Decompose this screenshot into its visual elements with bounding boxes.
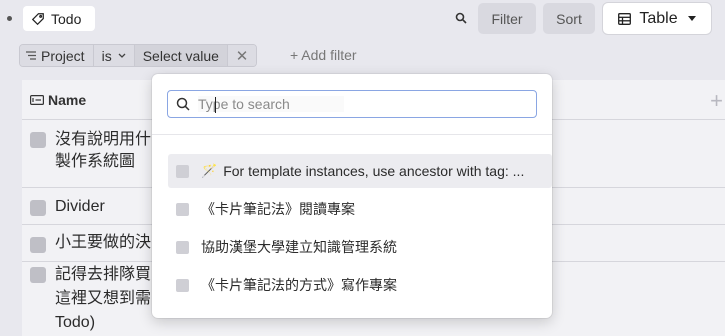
bullet-dot xyxy=(7,16,12,21)
row-name[interactable]: 記得去排隊買 這裡又想到需 Todo) xyxy=(55,263,165,335)
add-column-button[interactable]: + xyxy=(710,88,723,114)
dropdown-option[interactable]: 協助漢堡大學建立知識管理系統 xyxy=(168,230,552,264)
option-checkbox[interactable] xyxy=(176,202,189,216)
filter-button[interactable]: Filter xyxy=(478,3,536,34)
row-name[interactable]: 沒有說明用什 製作系統圖 xyxy=(55,129,165,173)
filter-chip: Project is Select value ✕ xyxy=(19,44,257,67)
tag-label: Todo xyxy=(51,10,82,27)
dropdown-search-input[interactable] xyxy=(198,96,344,112)
option-checkbox[interactable] xyxy=(176,164,189,178)
option-label: For template instances, use ancestor wit… xyxy=(223,163,525,179)
tag-chip-todo[interactable]: Todo xyxy=(23,6,95,31)
magic-wand-icon: 🪄 xyxy=(201,163,218,178)
option-label: 《卡片筆記法的方式》寫作專案 xyxy=(201,277,397,293)
name-column-header[interactable]: Name xyxy=(30,92,86,108)
text-cursor xyxy=(215,97,216,113)
text-field-icon xyxy=(30,95,44,105)
row-name[interactable]: 小王要做的決 xyxy=(55,232,165,254)
select-value-dropdown: 🪄 For template instances, use ancestor w… xyxy=(152,74,552,318)
search-icon[interactable] xyxy=(455,12,467,24)
view-selector-label: Table xyxy=(639,9,678,27)
tag-icon xyxy=(31,12,44,25)
filter-field-selector[interactable]: Project xyxy=(20,45,94,66)
filter-button-label: Filter xyxy=(491,10,523,27)
table-icon xyxy=(618,12,632,25)
chevron-down-icon xyxy=(118,53,126,58)
row-checkbox[interactable] xyxy=(30,237,46,253)
row-checkbox[interactable] xyxy=(30,200,46,216)
option-label: 《卡片筆記法》閱讀專案 xyxy=(201,201,355,217)
sort-button-label: Sort xyxy=(556,10,582,27)
name-column-label: Name xyxy=(48,92,87,108)
row-name[interactable]: Divider xyxy=(55,196,165,218)
filter-field-label: Project xyxy=(41,47,85,64)
close-icon: ✕ xyxy=(235,47,249,65)
dropdown-option[interactable]: 🪄 For template instances, use ancestor w… xyxy=(168,154,552,188)
view-selector-button[interactable]: Table xyxy=(603,3,711,34)
chevron-down-icon xyxy=(687,16,696,21)
search-icon xyxy=(176,97,190,111)
sort-button[interactable]: Sort xyxy=(543,3,595,34)
dropdown-option[interactable]: 《卡片筆記法的方式》寫作專案 xyxy=(168,268,552,302)
option-checkbox[interactable] xyxy=(176,278,189,292)
divider xyxy=(152,134,552,135)
option-checkbox[interactable] xyxy=(176,240,189,254)
row-checkbox[interactable] xyxy=(30,267,46,283)
filter-value-selector[interactable]: Select value xyxy=(134,45,228,66)
remove-filter-button[interactable]: ✕ xyxy=(227,45,256,66)
dropdown-option[interactable]: 《卡片筆記法》閱讀專案 xyxy=(168,192,552,226)
filter-value-label: Select value xyxy=(142,47,219,64)
row-checkbox[interactable] xyxy=(30,132,46,148)
list-icon xyxy=(26,51,36,60)
dropdown-search-box[interactable] xyxy=(167,90,537,118)
filter-operator-selector[interactable]: is xyxy=(93,45,135,66)
filter-operator-label: is xyxy=(101,47,112,64)
add-filter-button[interactable]: + Add filter xyxy=(290,47,357,63)
option-label: 協助漢堡大學建立知識管理系統 xyxy=(201,239,397,255)
